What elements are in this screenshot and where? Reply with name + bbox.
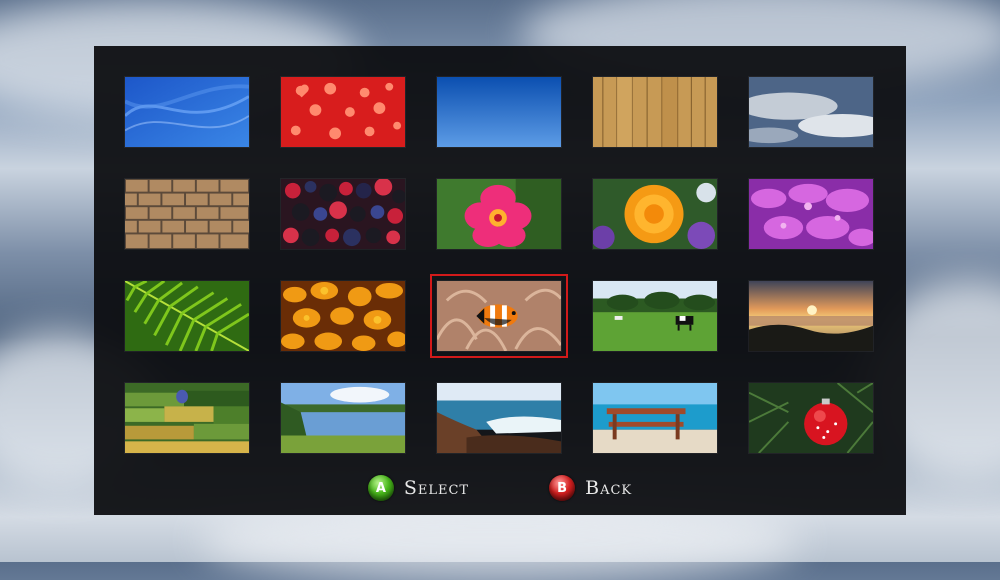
back-button[interactable]: B Back bbox=[549, 475, 632, 501]
wallpaper-picker-panel: A Select B Back bbox=[94, 46, 906, 515]
back-label: Back bbox=[585, 477, 633, 499]
wallpaper-tile-hot-air-balloon[interactable] bbox=[124, 382, 250, 454]
wallpaper-tile-orange-rose[interactable] bbox=[592, 178, 718, 250]
wallpaper-tile-purple-flowers[interactable] bbox=[748, 178, 874, 250]
wallpaper-tile-rocky-coast[interactable] bbox=[436, 382, 562, 454]
wallpaper-tile-wood-planks[interactable] bbox=[592, 76, 718, 148]
a-button-icon: A bbox=[367, 475, 394, 501]
wallpaper-tile-red-hearts[interactable] bbox=[280, 76, 406, 148]
wallpaper-tile-berries[interactable] bbox=[280, 178, 406, 250]
wallpaper-tile-beach-bench[interactable] bbox=[592, 382, 718, 454]
b-button-icon: B bbox=[549, 475, 576, 501]
select-button[interactable]: A Select bbox=[367, 475, 470, 501]
wallpaper-tile-brick-wall[interactable] bbox=[124, 178, 250, 250]
button-hints: A Select B Back bbox=[94, 468, 906, 508]
wallpaper-tile-sunset-sea[interactable] bbox=[748, 280, 874, 352]
wallpaper-tile-lake[interactable] bbox=[280, 382, 406, 454]
wallpaper-tile-hibiscus[interactable] bbox=[436, 178, 562, 250]
wallpaper-grid bbox=[124, 76, 876, 454]
wallpaper-tile-fern[interactable] bbox=[124, 280, 250, 352]
wallpaper-tile-autumn-leaves[interactable] bbox=[280, 280, 406, 352]
wallpaper-tile-blue-gradient[interactable] bbox=[436, 76, 562, 148]
wallpaper-tile-cows-field[interactable] bbox=[592, 280, 718, 352]
select-label: Select bbox=[403, 477, 470, 499]
wallpaper-tile-christmas-ornament[interactable] bbox=[748, 382, 874, 454]
wallpaper-tile-blue-waves[interactable] bbox=[124, 76, 250, 148]
wallpaper-tile-sky-clouds[interactable] bbox=[748, 76, 874, 148]
wallpaper-tile-clownfish[interactable] bbox=[430, 274, 568, 358]
